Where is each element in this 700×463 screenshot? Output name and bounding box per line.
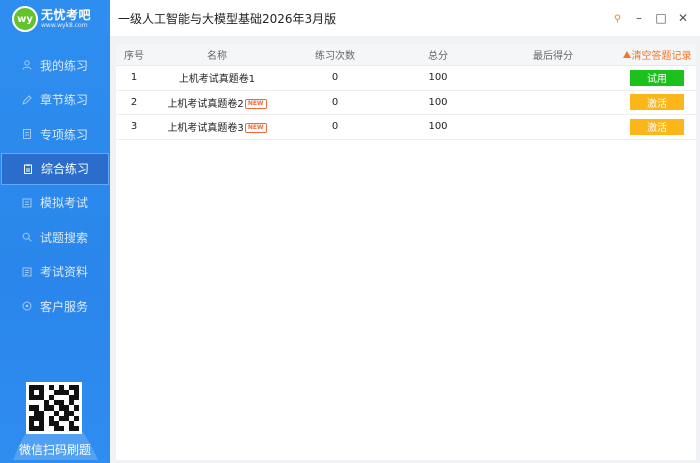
folder-icon: [22, 267, 32, 277]
row-index: 2: [130, 96, 138, 108]
sidebar-item-label: 章节练习: [40, 93, 89, 108]
row-total-score: 100: [428, 72, 448, 84]
activate-button[interactable]: 激活: [630, 94, 684, 111]
header-last-score: 最后得分: [533, 51, 573, 62]
table-row[interactable]: 3 上机考试真题卷3 NEW 0 100 激活: [116, 115, 696, 140]
sidebar-item-label: 我的练习: [40, 58, 89, 73]
sidebar-item-customer-service[interactable]: 客户服务: [0, 289, 110, 324]
close-button[interactable]: ✕: [672, 10, 694, 26]
header-name: 名称: [207, 51, 227, 62]
clear-records-label: 清空答题记录: [631, 51, 692, 62]
pin-icon[interactable]: [606, 10, 628, 26]
sidebar-item-label: 专项练习: [40, 127, 89, 142]
logo-url: www.wyk8.com: [41, 22, 88, 29]
row-name[interactable]: 上机考试真题卷1: [179, 74, 255, 85]
window-title: 一级人工智能与大模型基础2026年3月版: [118, 11, 337, 26]
wechat-qr-code: [26, 382, 82, 434]
activate-button[interactable]: 激活: [630, 118, 684, 135]
search-icon: [22, 232, 32, 242]
logo-title: 无忧考吧: [41, 8, 92, 22]
service-icon: [22, 301, 32, 311]
row-practice-count: 0: [331, 121, 339, 133]
row-practice-count: 0: [331, 96, 339, 108]
title-bar: 一级人工智能与大模型基础2026年3月版 – □ ✕: [110, 0, 700, 36]
exam-table: 序号 名称 练习次数 总分 最后得分 清空答题记录 1 上机考试真题卷1 0 1…: [116, 44, 696, 460]
sidebar-item-label: 综合练习: [41, 162, 90, 176]
header-practice-count: 练习次数: [315, 51, 355, 62]
sidebar-nav: 我的练习 章节练习 专项练习 综合练习 模拟考试 试题搜索 考试资料 客户服务: [0, 48, 110, 324]
maximize-button[interactable]: □: [650, 10, 672, 26]
sidebar: wy 无忧考吧 www.wyk8.com 我的练习 章节练习 专项练习 综合练习…: [0, 0, 110, 463]
row-index: 1: [130, 72, 138, 84]
pencil-icon: [22, 95, 32, 105]
document-icon: [22, 129, 32, 140]
window-controls: – □ ✕: [606, 10, 694, 26]
sidebar-item-special-practice[interactable]: 专项练习: [0, 117, 110, 152]
new-badge: NEW: [244, 123, 267, 134]
sidebar-item-my-practice[interactable]: 我的练习: [0, 48, 110, 83]
clear-records-link[interactable]: 清空答题记录: [622, 47, 692, 62]
sidebar-item-label: 客户服务: [40, 299, 89, 314]
sidebar-item-label: 考试资料: [40, 265, 89, 280]
trial-button[interactable]: 试用: [630, 69, 684, 86]
exam-icon: [22, 198, 32, 208]
header-index: 序号: [124, 51, 144, 62]
sidebar-item-mock-exam[interactable]: 模拟考试: [0, 186, 110, 221]
row-practice-count: 0: [331, 72, 339, 84]
sidebar-item-comprehensive-practice[interactable]: 综合练习: [1, 152, 109, 185]
warning-icon: [622, 51, 631, 58]
row-total-score: 100: [428, 96, 448, 108]
clipboard-icon: [23, 163, 33, 174]
logo-badge: wy: [12, 6, 38, 32]
header-total-score: 总分: [428, 51, 448, 62]
sidebar-item-exam-materials[interactable]: 考试资料: [0, 255, 110, 290]
row-name[interactable]: 上机考试真题卷2: [167, 99, 243, 110]
row-name[interactable]: 上机考试真题卷3: [167, 123, 243, 134]
new-badge: NEW: [244, 98, 267, 109]
row-index: 3: [130, 121, 138, 133]
minimize-button[interactable]: –: [628, 10, 650, 26]
sidebar-item-label: 模拟考试: [40, 196, 89, 211]
user-icon: [22, 60, 32, 70]
table-header: 序号 名称 练习次数 总分 最后得分 清空答题记录: [116, 44, 696, 66]
table-row[interactable]: 1 上机考试真题卷1 0 100 试用: [116, 66, 696, 91]
sidebar-item-label: 试题搜索: [40, 230, 89, 245]
sidebar-item-chapter-practice[interactable]: 章节练习: [0, 83, 110, 118]
sidebar-item-question-search[interactable]: 试题搜索: [0, 220, 110, 255]
app-logo: wy 无忧考吧 www.wyk8.com: [12, 5, 102, 33]
qr-caption: 微信扫码刷题: [18, 443, 91, 457]
table-row[interactable]: 2 上机考试真题卷2 NEW 0 100 激活: [116, 91, 696, 115]
row-total-score: 100: [428, 121, 448, 133]
